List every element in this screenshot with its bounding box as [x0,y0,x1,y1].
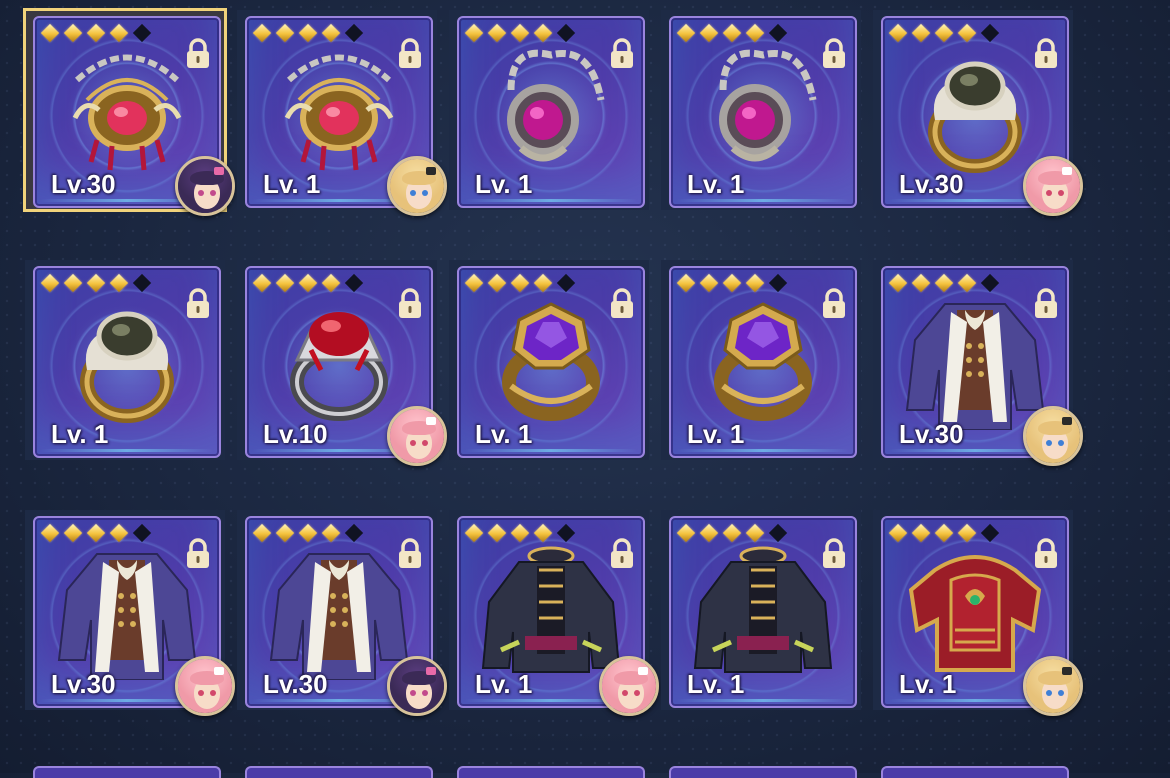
equipment-slot[interactable]: Lv.30 [237,510,447,716]
equipment-slot[interactable]: Lv.30 [23,8,235,216]
equipment-card: Lv. 1 [33,266,221,458]
avatar-eye [1058,440,1064,446]
item-level: Lv. 1 [687,669,745,699]
card-peek [881,766,1069,778]
armor-red-icon [905,540,1045,680]
avatar-eye [634,690,640,696]
hair-ornament [638,667,648,675]
jewel-necklace-red-icon [57,40,197,180]
item-level: Lv.10 [263,419,328,449]
equipped-character-avatar [175,156,235,216]
coat-black-gold-icon [693,540,833,680]
item-level: Lv. 1 [263,169,321,199]
avatar-eye [410,690,416,696]
equipment-slot[interactable]: Lv. 1 [661,10,861,210]
equipped-character-avatar [387,656,447,716]
jewel-necklace-red-icon [269,40,409,180]
coat-purple-icon [905,290,1045,431]
equipment-slot[interactable]: Lv.30 [873,10,1083,216]
equipped-character-avatar [175,656,235,716]
equipment-slot[interactable]: Lv. 1 [237,10,447,216]
hair-ornament [426,167,436,175]
equipped-character-avatar [599,656,659,716]
card-peek [245,766,433,778]
avatar-eye [198,190,204,196]
avatar-eye [210,190,216,196]
equipment-slot[interactable]: Lv. 1 [661,260,861,460]
item-level: Lv. 1 [687,419,745,449]
avatar-eye [422,690,428,696]
equipment-slot[interactable]: Lv.10 [237,260,447,466]
hair-ornament [214,167,224,175]
equipment-grid: Lv.30 Lv. 1 Lv. 1 Lv. 1 Lv.30 Lv. 1 Lv.1… [0,0,1170,773]
equipment-slot[interactable]: Lv. 1 [873,510,1083,716]
ring-black-stone-icon [57,290,197,430]
equipped-character-avatar [1023,656,1083,716]
equipment-card: Lv. 1 [457,16,645,208]
equipment-slot[interactable]: Lv. 1 [449,10,649,210]
avatar-eye [1058,690,1064,696]
avatar-eye [1058,190,1064,196]
hair-ornament [1062,417,1072,425]
equipment-slot[interactable]: Lv.30 [25,510,235,716]
hair-ornament [1062,167,1072,175]
avatar-eye [210,690,216,696]
coat-purple-icon [57,540,197,681]
equipped-character-avatar [1023,156,1083,216]
item-level: Lv. 1 [475,669,533,699]
item-level: Lv. 1 [899,669,957,699]
equipment-slot[interactable]: Lv. 1 [661,510,861,710]
equipment-card: Lv. 1 [669,516,857,708]
equipment-slot[interactable]: Lv.30 [873,260,1083,466]
ring-black-stone-icon [905,40,1045,180]
card-peek [33,766,221,778]
avatar-eye [410,440,416,446]
card-peek [457,766,645,778]
equipped-character-avatar [387,406,447,466]
equipped-character-avatar [1023,406,1083,466]
avatar-eye [622,690,628,696]
ring-purple-gem-icon [481,290,621,430]
equipment-slot[interactable]: Lv. 1 [449,260,649,460]
item-level: Lv.30 [263,669,328,699]
ring-purple-gem-icon [693,290,833,430]
chain-amulet-magenta-icon [693,40,833,180]
avatar-eye [1046,690,1052,696]
hair-ornament [426,417,436,425]
item-level: Lv.30 [51,669,116,699]
card-peek [669,766,857,778]
avatar-eye [422,440,428,446]
coat-black-gold-icon [481,540,621,680]
item-level: Lv. 1 [475,419,533,449]
item-level: Lv.30 [51,169,116,199]
avatar-eye [1046,190,1052,196]
chain-amulet-magenta-icon [481,40,621,180]
item-level: Lv. 1 [475,169,533,199]
item-level: Lv. 1 [687,169,745,199]
equipment-card: Lv. 1 [669,16,857,208]
item-level: Lv. 1 [51,419,109,449]
equipment-card: Lv. 1 [457,266,645,458]
equipment-slot[interactable]: Lv. 1 [449,510,659,716]
avatar-eye [422,190,428,196]
avatar-eye [410,190,416,196]
avatar-eye [198,690,204,696]
equipment-card: Lv. 1 [669,266,857,458]
equipment-slot[interactable]: Lv. 1 [25,260,225,460]
item-level: Lv.30 [899,169,964,199]
hair-ornament [214,667,224,675]
item-level: Lv.30 [899,419,964,449]
hair-ornament [426,667,436,675]
ring-red-gem-icon [269,290,409,430]
hair-ornament [1062,667,1072,675]
avatar-eye [1046,440,1052,446]
equipped-character-avatar [387,156,447,216]
coat-purple-icon [269,540,409,681]
